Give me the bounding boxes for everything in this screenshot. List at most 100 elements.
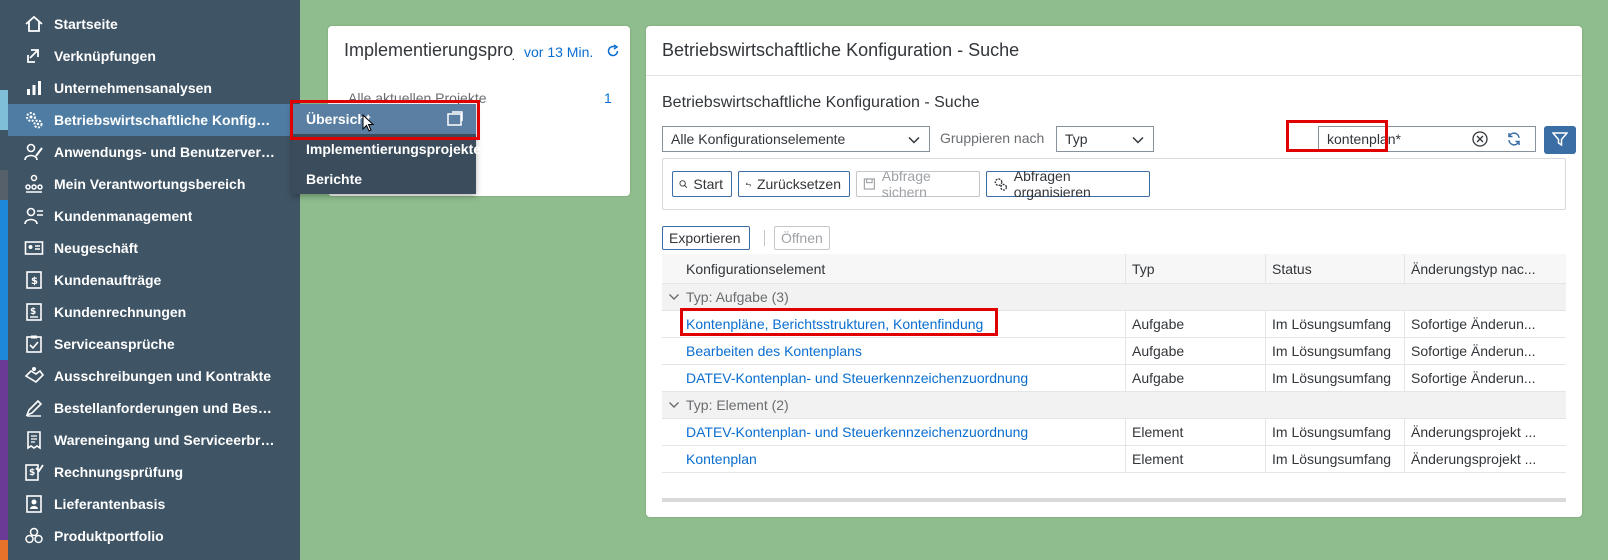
home-icon: [22, 12, 46, 36]
nav-item-kundenmanagement[interactable]: Kundenmanagement: [8, 200, 300, 232]
element-link[interactable]: DATEV-Kontenplan- und Steuerkennzeichenz…: [686, 365, 1126, 391]
status-cell: Im Lösungsumfang: [1265, 311, 1405, 337]
column-header[interactable]: Status: [1265, 254, 1405, 283]
group-by-select[interactable]: Typ: [1056, 126, 1154, 152]
column-header[interactable]: Änderungstyp nac...: [1404, 254, 1566, 283]
table-row[interactable]: DATEV-Kontenplan- und Steuerkennzeichenz…: [662, 365, 1566, 392]
current-projects-count[interactable]: 1: [604, 90, 612, 106]
nav-item-betriebswirtschaftliche-konfiguration[interactable]: Betriebswirtschaftliche Konfigurati...: [8, 104, 300, 136]
flyout-item-label: Implementierungsprojekte: [306, 141, 482, 157]
nav-item-label: Kundenaufträge: [54, 272, 162, 288]
status-cell: Im Lösungsumfang: [1265, 446, 1405, 472]
nav-item-label: Wareneingang und Serviceerbring...: [54, 432, 276, 448]
nav-item-label: Neugeschäft: [54, 240, 139, 256]
nav-item-label: Verknüpfungen: [54, 48, 156, 64]
status-cell: Im Lösungsumfang: [1265, 365, 1405, 391]
nav-item-rechnungspruefung[interactable]: $ Rechnungsprüfung: [8, 456, 300, 488]
nav-item-verantwortungsbereich[interactable]: Mein Verantwortungsbereich: [8, 168, 300, 200]
organize-queries-button-label: Abfragen organisieren: [1013, 168, 1091, 200]
query-toolbar: Start Zurücksetzen Abfrage sichern Abfra…: [662, 158, 1566, 210]
flyout-item-implementierungsprojekte[interactable]: Implementierungsprojekte: [292, 134, 481, 164]
refresh-icon[interactable]: [1505, 130, 1523, 151]
chevron-down-icon[interactable]: [668, 392, 684, 418]
last-updated-text: vor 13 Min.: [524, 44, 594, 60]
nav-item-label: Serviceansprüche: [54, 336, 175, 352]
element-link[interactable]: DATEV-Kontenplan- und Steuerkennzeichenz…: [686, 419, 1126, 445]
bar-chart-icon: [22, 76, 46, 100]
column-header[interactable]: Konfigurationselement: [686, 254, 1126, 283]
table-row[interactable]: Kontenplan Element Im Lösungsumfang Ände…: [662, 446, 1566, 473]
search-input[interactable]: kontenplan*: [1318, 126, 1536, 152]
customer-icon: [22, 204, 46, 228]
save-query-button[interactable]: Abfrage sichern: [856, 168, 980, 200]
nav-item-kundenrechnungen[interactable]: $ Kundenrechnungen: [8, 296, 300, 328]
filter-button[interactable]: [1544, 126, 1576, 154]
nav-item-unternehmensanalysen[interactable]: Unternehmensanalysen: [8, 72, 300, 104]
mouse-cursor-icon: [362, 113, 375, 135]
svg-text:$: $: [30, 307, 36, 317]
scope-select[interactable]: Alle Konfigurationselemente: [662, 126, 930, 152]
svg-text:$: $: [31, 276, 38, 287]
sales-order-icon: $: [22, 268, 46, 292]
nav-item-anwendungs-benutzerverwaltung[interactable]: Anwendungs- und Benutzerverwa...: [8, 136, 300, 168]
nav-item-produktportfolio[interactable]: Produktportfolio: [8, 520, 300, 552]
nav-item-label: Ausschreibungen und Kontrakte: [54, 368, 272, 384]
refresh-icon[interactable]: [606, 44, 620, 61]
open-button[interactable]: Öffnen: [774, 226, 830, 250]
organize-queries-button[interactable]: Abfragen organisieren: [986, 168, 1150, 200]
nav-item-neugeschaeft[interactable]: Neugeschäft: [8, 232, 300, 264]
nav-item-label: Startseite: [54, 16, 118, 32]
type-cell: Element: [1125, 446, 1265, 472]
nav-item-label: Unternehmensanalysen: [54, 80, 212, 96]
change-type-cell: Änderungsprojekt ...: [1404, 446, 1566, 472]
nav-item-label: Mein Verantwortungsbereich: [54, 176, 246, 192]
nav-item-ausschreibungen-kontrakte[interactable]: Ausschreibungen und Kontrakte: [8, 360, 300, 392]
left-navigation: Startseite Verknüpfungen Unternehmensana…: [0, 0, 300, 560]
column-header[interactable]: Typ: [1125, 254, 1265, 283]
flyout-item-uebersicht[interactable]: Übersicht: [292, 104, 476, 134]
table-row[interactable]: Kontenpläne, Berichtsstrukturen, Kontenf…: [662, 311, 1566, 338]
nav-item-serviceansprueche[interactable]: Serviceansprüche: [8, 328, 300, 360]
chevron-down-icon[interactable]: [668, 284, 684, 310]
nav-item-bestellanforderungen[interactable]: Bestellanforderungen und Bestell...: [8, 392, 300, 424]
nav-item-kundenauftraege[interactable]: $ Kundenaufträge: [8, 264, 300, 296]
flyout-item-label: Berichte: [306, 171, 363, 187]
gears-icon: [994, 178, 1008, 191]
status-cell: Im Lösungsumfang: [1265, 338, 1405, 364]
element-link[interactable]: Kontenplan: [686, 446, 1126, 472]
toolbar-separator: [764, 230, 765, 246]
group-row[interactable]: Typ: Element (2): [662, 392, 1566, 419]
change-type-cell: Sofortige Änderun...: [1404, 365, 1566, 391]
gears-icon: [22, 108, 46, 132]
scope-select-value: Alle Konfigurationselemente: [671, 131, 846, 147]
export-button-label: Exportieren: [669, 230, 741, 246]
clear-icon[interactable]: [1471, 130, 1489, 151]
nav-item-lieferantenbasis[interactable]: Lieferantenbasis: [8, 488, 300, 520]
group-row[interactable]: Typ: Aufgabe (3): [662, 284, 1566, 311]
chevron-down-icon: [1131, 133, 1145, 150]
nav-item-label: Produktportfolio: [54, 528, 164, 544]
element-link[interactable]: Bearbeiten des Kontenplans: [686, 338, 1126, 364]
table-row[interactable]: Bearbeiten des Kontenplans Aufgabe Im Lö…: [662, 338, 1566, 365]
nav-item-label: Kundenrechnungen: [54, 304, 187, 320]
save-query-button-label: Abfrage sichern: [881, 168, 931, 200]
nav-item-wareneingang[interactable]: Wareneingang und Serviceerbring...: [8, 424, 300, 456]
element-link[interactable]: Kontenpläne, Berichtsstrukturen, Kontenf…: [686, 311, 1126, 337]
nav-item-verknuepfungen[interactable]: Verknüpfungen: [8, 40, 300, 72]
nav-strip: [0, 540, 8, 560]
table-row[interactable]: DATEV-Kontenplan- und Steuerkennzeichenz…: [662, 419, 1566, 446]
config-search-card: Betriebswirtschaftliche Konfiguration - …: [646, 26, 1582, 517]
start-button-label: Start: [693, 176, 723, 192]
export-button[interactable]: Exportieren: [662, 226, 750, 250]
start-button[interactable]: Start: [672, 171, 732, 197]
receipt-icon: [22, 428, 46, 452]
reset-button[interactable]: Zurücksetzen: [738, 171, 850, 197]
nav-item-label: Kundenmanagement: [54, 208, 193, 224]
handshake-icon: [22, 364, 46, 388]
nav-item-startseite[interactable]: Startseite: [8, 8, 300, 40]
flyout-item-berichte[interactable]: Berichte: [292, 164, 476, 194]
open-new-window-icon[interactable]: [446, 110, 464, 128]
nav-strip: [0, 200, 8, 360]
horizontal-scrollbar[interactable]: [662, 498, 1566, 502]
search-subtitle: Betriebswirtschaftliche Konfiguration - …: [662, 94, 980, 111]
